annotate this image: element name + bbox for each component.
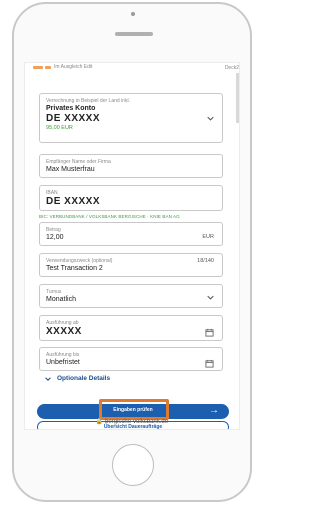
purpose-value: Test Transaction 2: [46, 265, 103, 272]
iban-field[interactable]: IBAN DE XXXXX: [39, 185, 223, 211]
amount-value: 12,00: [46, 234, 64, 241]
arrow-right-icon: →: [209, 405, 219, 416]
optional-details-label: Optionale Details: [57, 375, 111, 382]
calendar-icon[interactable]: [205, 355, 214, 368]
speaker-grille: [115, 32, 153, 36]
account-name: Privates Konto: [46, 105, 96, 112]
chevron-down-icon: [45, 376, 51, 381]
phone-frame: Im Ausgleich Edit Deck2 Verrechnung in B…: [12, 2, 252, 502]
check-input-label: Eingaben prüfen: [113, 407, 153, 413]
recipient-field[interactable]: Empfänger Name oder Firma Max Musterfrau: [39, 154, 223, 178]
start-date-field[interactable]: Ausführung ab XXXXX: [39, 315, 223, 341]
interval-value: Monatlich: [46, 296, 76, 303]
top-strip-text: Im Ausgleich Edit: [54, 64, 93, 70]
home-button[interactable]: [112, 444, 154, 486]
url-bar[interactable]: 🔒 bergische-volksbank.de: [14, 418, 250, 425]
check-input-button[interactable]: Eingaben prüfen →: [37, 404, 229, 419]
amount-field[interactable]: Betrag 12,00 EUR: [39, 222, 223, 246]
start-date-value: XXXXX: [46, 326, 82, 337]
top-strip-right: Deck2: [224, 65, 239, 71]
recipient-value: Max Musterfrau: [46, 166, 95, 173]
chevron-down-icon: [207, 115, 214, 122]
lock-icon: 🔒: [95, 419, 104, 425]
optional-details-toggle[interactable]: Optionale Details: [45, 375, 110, 382]
app-screen: Im Ausgleich Edit Deck2 Verrechnung in B…: [24, 62, 240, 430]
scrollbar[interactable]: [236, 73, 239, 123]
front-camera: [131, 12, 135, 16]
url-text: bergische-volksbank.de: [105, 419, 169, 425]
currency-label: EUR: [202, 234, 214, 240]
interval-select[interactable]: Turnus Monatlich: [39, 284, 223, 308]
end-date-field[interactable]: Ausführung bis Unbefristet: [39, 347, 223, 371]
brand-bar: [33, 66, 43, 69]
purpose-field[interactable]: Verwendungszweck (optional) Test Transac…: [39, 253, 223, 277]
purpose-counter: 18/140: [197, 258, 214, 264]
brand-bar-2: [45, 66, 51, 69]
account-select[interactable]: Verrechnung in Beispiel der Land inkl. P…: [39, 93, 223, 143]
iban-value: DE XXXXX: [46, 196, 101, 207]
chevron-down-icon: [207, 294, 214, 301]
end-date-value: Unbefristet: [46, 359, 80, 366]
top-strip: Im Ausgleich Edit Deck2: [25, 63, 239, 73]
bic-hint: BIC: VERBUNDBANK / VOLKSBANK BERGISCHE ·…: [39, 214, 180, 219]
account-balance: 95,00 EUR: [46, 125, 73, 131]
calendar-icon[interactable]: [205, 324, 214, 337]
account-iban: DE XXXXX: [46, 113, 101, 124]
